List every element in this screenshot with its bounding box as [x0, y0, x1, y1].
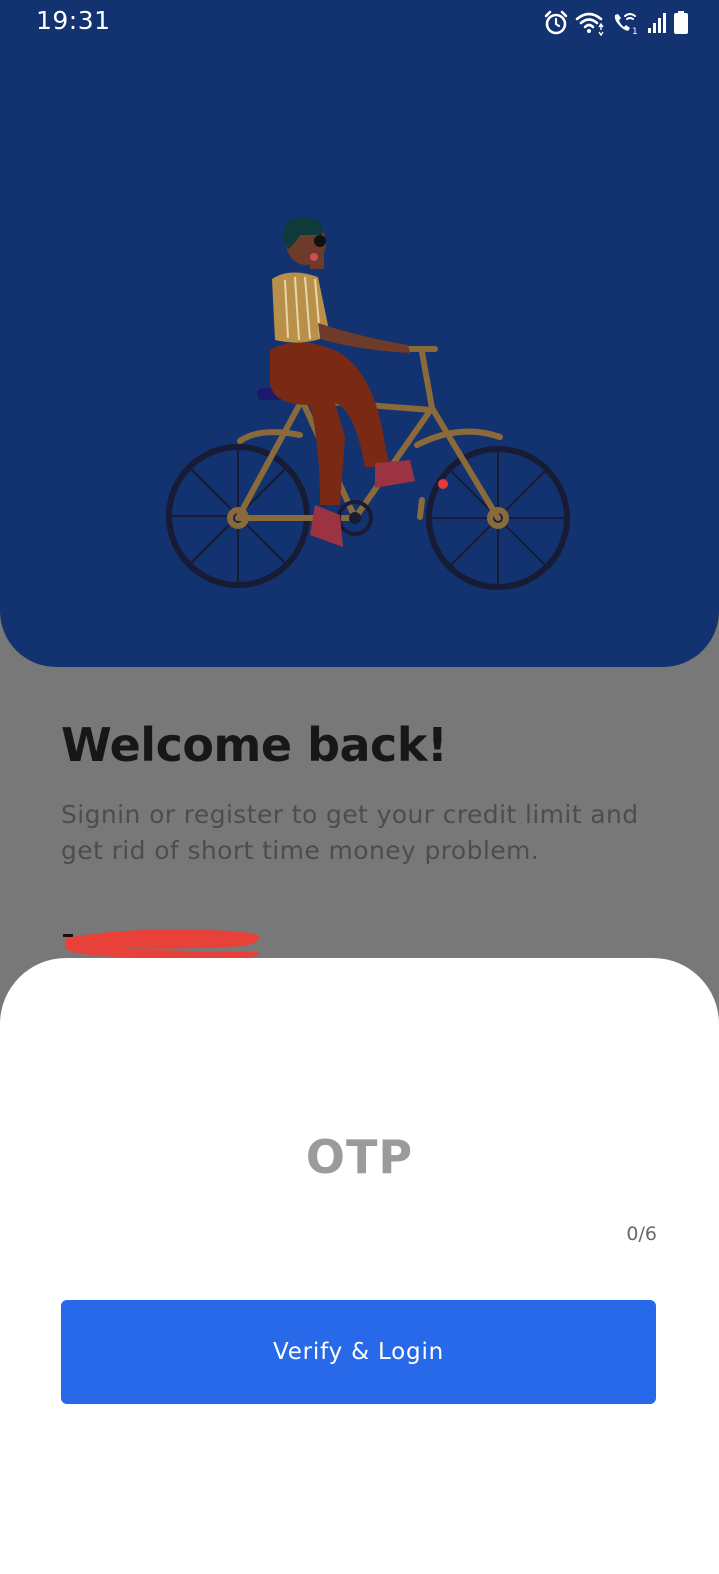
wifi-icon [575, 12, 604, 36]
signal-icon [648, 13, 666, 33]
otp-char-counter: 0/6 [626, 1223, 657, 1245]
sunglasses [314, 235, 326, 247]
status-icons: 1 [543, 10, 689, 36]
phone-number-field[interactable] [61, 926, 271, 960]
wifi-calling-icon: 1 [614, 13, 638, 36]
redaction-scribble [65, 929, 260, 959]
status-bar: 19:31 1 [0, 0, 719, 46]
welcome-subtitle: Signin or register to get your credit li… [61, 800, 639, 865]
welcome-title: Welcome back! [61, 718, 448, 772]
verify-login-button[interactable]: Verify & Login [61, 1300, 656, 1404]
hero-banner: 19:31 1 [0, 0, 719, 667]
rear-light [438, 479, 448, 489]
status-time: 19:31 [36, 6, 111, 35]
alarm-icon [544, 10, 568, 35]
svg-text:1: 1 [632, 27, 638, 36]
otp-title: OTP [305, 1130, 414, 1184]
otp-bottom-sheet [0, 958, 719, 1574]
cyclist-illustration [166, 217, 570, 590]
battery-icon [674, 11, 688, 34]
rider-arm [318, 323, 410, 353]
